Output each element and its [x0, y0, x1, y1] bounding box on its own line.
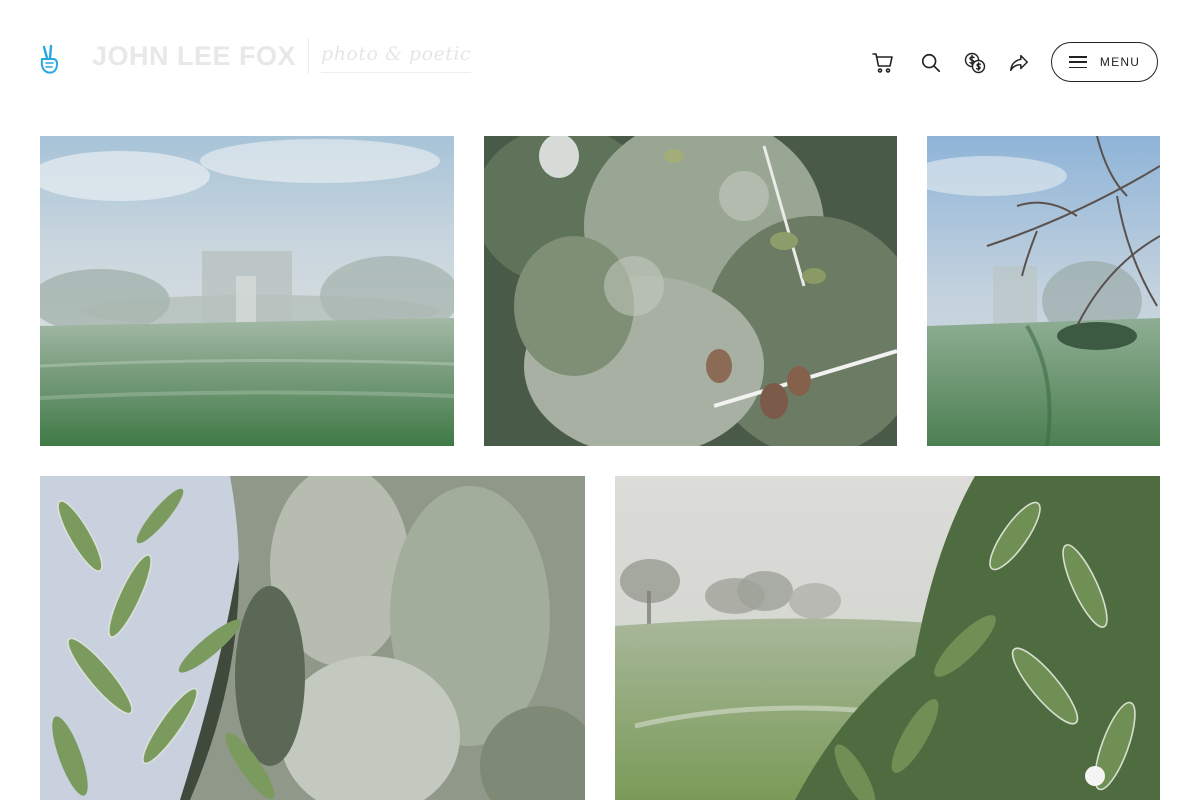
gallery-photo[interactable] [40, 136, 454, 446]
photo-image [615, 476, 1160, 800]
photo-gallery [0, 0, 1200, 800]
gallery-photo[interactable] [40, 476, 585, 800]
gallery-photo[interactable] [615, 476, 1160, 800]
gallery-photo[interactable] [927, 136, 1160, 446]
photo-image [484, 136, 897, 446]
photo-image [927, 136, 1160, 446]
photo-image [40, 476, 585, 800]
photo-image [40, 136, 454, 446]
gallery-photo[interactable] [484, 136, 897, 446]
